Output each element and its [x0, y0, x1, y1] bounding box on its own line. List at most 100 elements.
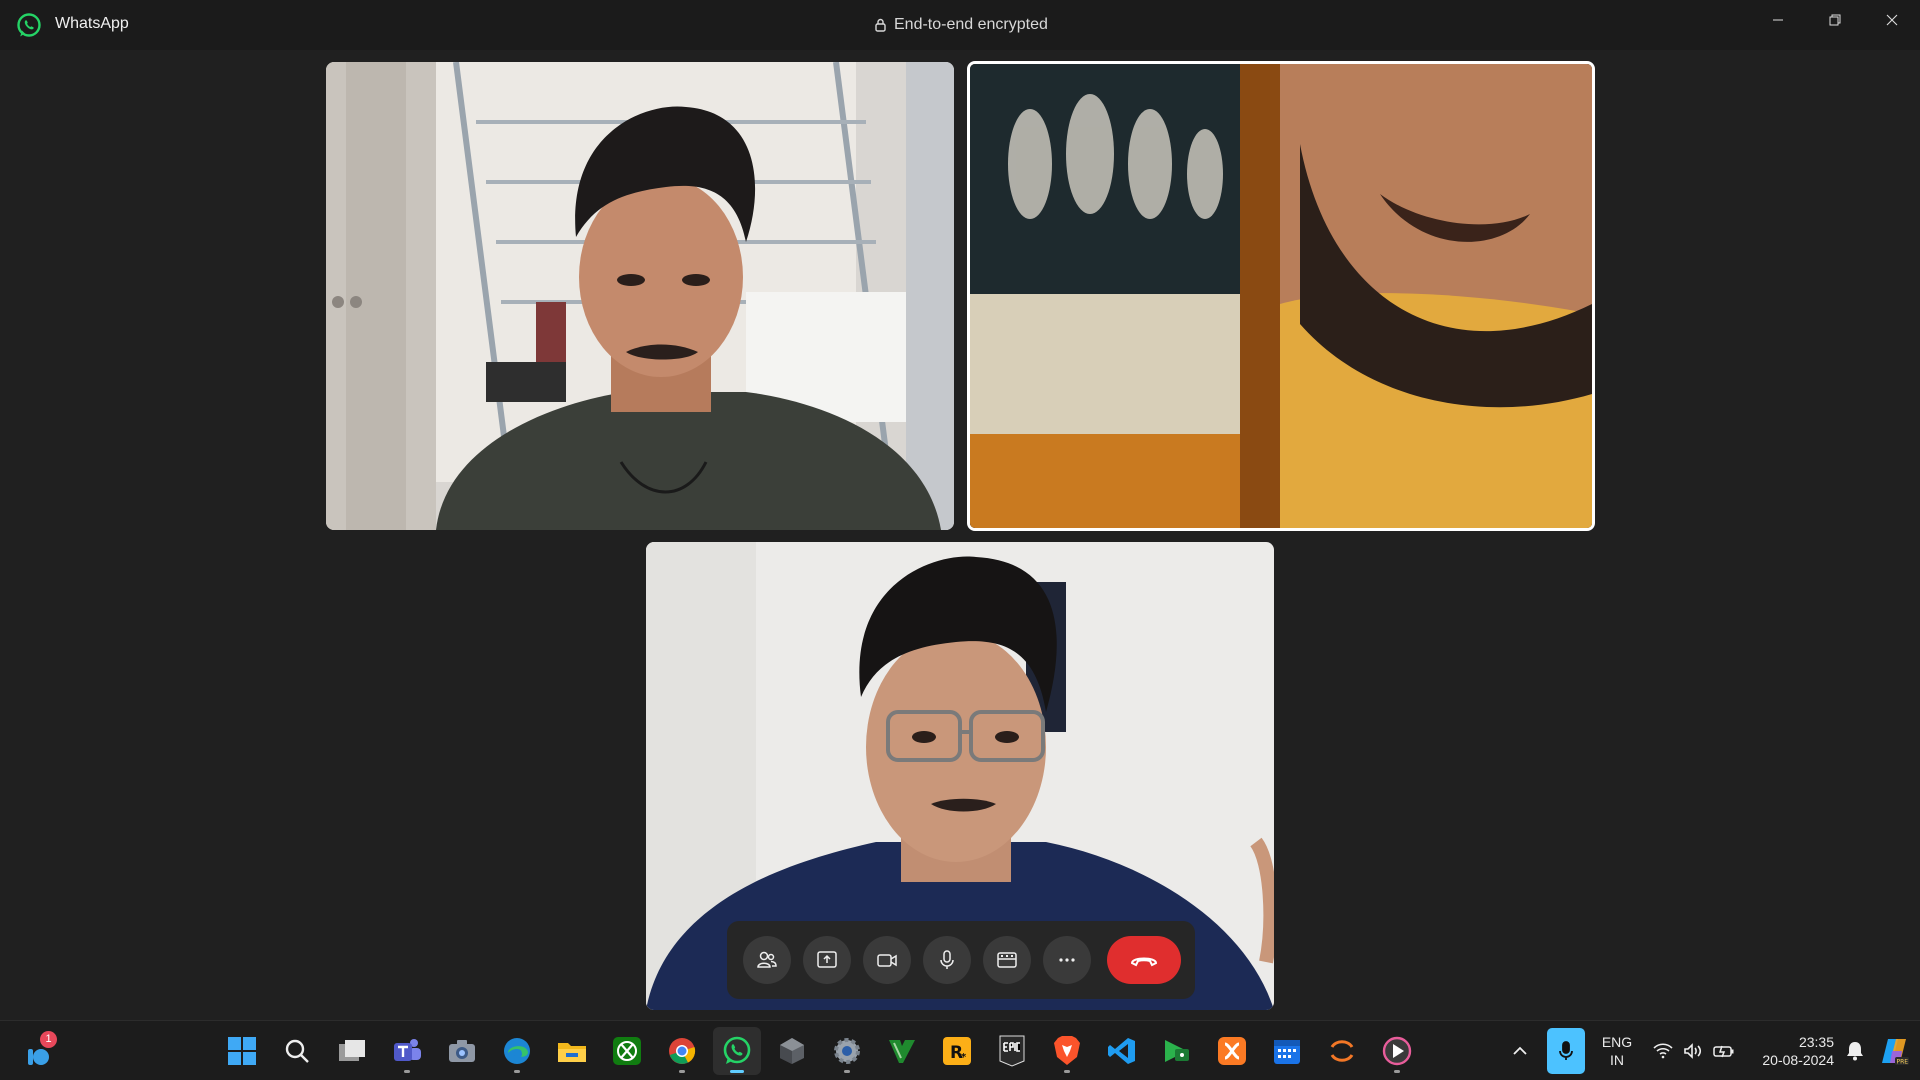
whatsapp-logo-icon — [17, 13, 41, 37]
brave-icon — [1054, 1036, 1080, 1065]
show-hidden-icons-button[interactable] — [1500, 1021, 1540, 1080]
xbox-app[interactable] — [603, 1027, 651, 1075]
widgets-button[interactable]: 1 — [22, 1031, 62, 1071]
microphone-button[interactable] — [923, 936, 971, 984]
epic-games-icon — [999, 1035, 1025, 1067]
restore-icon — [1829, 14, 1840, 26]
copilot-icon: PRE — [1882, 1039, 1909, 1066]
settings-app[interactable] — [823, 1027, 871, 1075]
participant-video-1[interactable] — [326, 62, 954, 530]
more-options-button[interactable] — [1043, 936, 1091, 984]
start-button[interactable] — [218, 1027, 266, 1075]
calendar-app[interactable] — [1263, 1027, 1311, 1075]
cube-app[interactable] — [768, 1027, 816, 1075]
jupyter-app[interactable] — [1318, 1027, 1366, 1075]
layout-button[interactable] — [983, 936, 1031, 984]
rockstar-app[interactable]: R * — [933, 1027, 981, 1075]
share-screen-button[interactable] — [803, 936, 851, 984]
clock-time: 23:35 — [1798, 1034, 1834, 1050]
jupyter-icon — [1330, 1040, 1354, 1062]
vim-icon — [889, 1040, 915, 1063]
running-indicator — [844, 1070, 850, 1073]
app-title: WhatsApp — [55, 15, 129, 32]
minimize-icon — [1772, 19, 1783, 21]
edge-icon — [504, 1038, 530, 1064]
media-player-icon — [1382, 1036, 1412, 1066]
share-screen-icon — [817, 951, 837, 968]
clock[interactable]: 23:35 20-08-2024 — [1754, 1021, 1834, 1080]
edge-app[interactable] — [493, 1027, 541, 1075]
layout-icon — [997, 952, 1017, 968]
vim-app[interactable] — [878, 1027, 926, 1075]
copilot-button[interactable]: PRE — [1874, 1021, 1914, 1080]
file-explorer-app[interactable] — [548, 1027, 596, 1075]
running-indicator — [1394, 1070, 1400, 1073]
vscode-app[interactable] — [1098, 1027, 1146, 1075]
widgets-badge: 1 — [40, 1031, 57, 1048]
quick-settings-button[interactable] — [1646, 1021, 1742, 1080]
brave-app[interactable] — [1043, 1027, 1091, 1075]
file-explorer-icon — [558, 1043, 586, 1062]
games-store-app[interactable] — [1153, 1027, 1201, 1075]
taskbar: 1 R * ENG IN 23:35 20-08-2024 PRE — [0, 1020, 1920, 1080]
language-region: IN — [1610, 1052, 1624, 1068]
xbox-icon — [613, 1037, 641, 1065]
camera-button[interactable] — [863, 936, 911, 984]
end-call-button[interactable] — [1107, 936, 1181, 984]
vscode-icon — [1108, 1038, 1135, 1064]
rockstar-icon: R * — [943, 1037, 971, 1065]
taskbar-apps: R * — [218, 1027, 1421, 1075]
settings-icon — [834, 1038, 860, 1064]
camera-app-icon — [449, 1040, 475, 1062]
voice-typing-button[interactable] — [1546, 1021, 1586, 1080]
start-icon — [228, 1037, 256, 1065]
language-indicator[interactable]: ENG IN — [1594, 1021, 1640, 1080]
teams-app[interactable] — [383, 1027, 431, 1075]
calendar-icon — [1274, 1040, 1300, 1064]
xampp-app[interactable] — [1208, 1027, 1256, 1075]
participant-video-2[interactable] — [967, 61, 1595, 531]
xampp-icon — [1218, 1037, 1246, 1065]
participant-2-video-frame — [970, 64, 1592, 528]
more-options-icon — [1059, 958, 1075, 962]
taskbar-search[interactable] — [273, 1027, 321, 1075]
close-icon — [1886, 14, 1897, 26]
running-indicator — [514, 1070, 520, 1073]
call-controls-bar — [727, 921, 1195, 999]
encryption-label: End-to-end encrypted — [894, 16, 1048, 33]
battery-icon — [1713, 1045, 1734, 1058]
encryption-status: End-to-end encrypted — [875, 16, 1048, 34]
whatsapp-icon — [723, 1036, 751, 1064]
wifi-icon — [1653, 1043, 1673, 1059]
volume-icon — [1684, 1043, 1702, 1059]
camera-app[interactable] — [438, 1027, 486, 1075]
running-indicator — [679, 1070, 685, 1073]
camera-icon — [877, 954, 897, 967]
bell-icon — [1847, 1042, 1863, 1061]
whatsapp-app[interactable] — [713, 1027, 761, 1075]
notifications-button[interactable] — [1840, 1021, 1870, 1080]
games-store-icon — [1165, 1040, 1189, 1062]
lock-icon — [875, 18, 886, 32]
participant-1-video-frame — [326, 62, 954, 530]
chrome-app[interactable] — [658, 1027, 706, 1075]
chrome-icon — [669, 1038, 696, 1064]
teams-icon — [394, 1039, 421, 1061]
search-icon — [285, 1039, 309, 1063]
title-bar: WhatsApp End-to-end encrypted — [0, 0, 1920, 50]
task-view-button[interactable] — [328, 1027, 376, 1075]
running-indicator — [1064, 1070, 1070, 1073]
participants-button[interactable] — [743, 936, 791, 984]
cube-app-icon — [780, 1038, 804, 1064]
language-code: ENG — [1601, 1034, 1633, 1050]
microphone-tray-icon — [1559, 1041, 1573, 1060]
epic-games-app[interactable] — [988, 1027, 1036, 1075]
minimize-button[interactable] — [1749, 0, 1806, 40]
restore-button[interactable] — [1806, 0, 1863, 40]
media-player-app[interactable] — [1373, 1027, 1421, 1075]
end-call-icon — [1130, 957, 1158, 967]
task-view-icon — [339, 1040, 365, 1061]
close-button[interactable] — [1863, 0, 1920, 40]
svg-text:PRE: PRE — [1897, 1059, 1909, 1066]
active-indicator — [730, 1070, 744, 1073]
